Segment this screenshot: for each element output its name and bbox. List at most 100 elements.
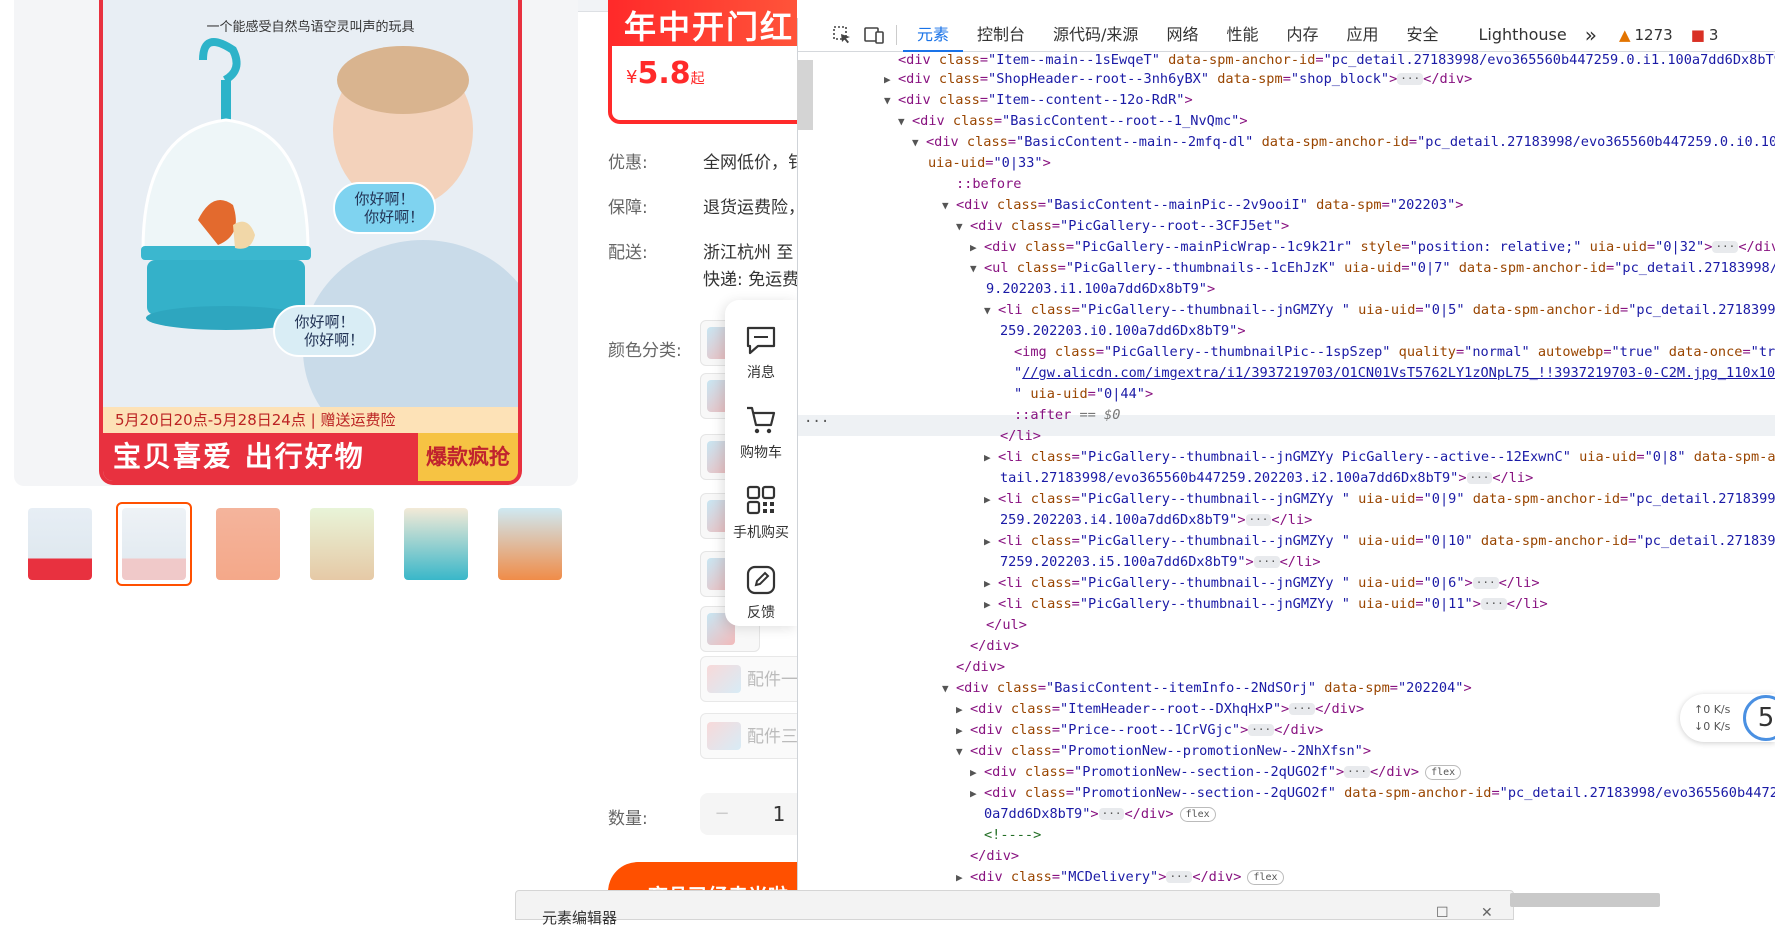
thumbnail[interactable] [22,502,98,586]
dom-node[interactable]: ▼ <div class="PromotionNew--promotionNew-… [956,741,1371,762]
dom-node[interactable]: ▶ <div class="Price--root--1CrVGjc"> ··· </… [956,720,1323,741]
error-count: 3 [1708,25,1719,44]
sku-option-accessory-3[interactable]: 配件三 [700,713,797,759]
tab-network[interactable]: 网络 [1152,18,1212,52]
dom-node[interactable]: ▼ <div class="PicGallery--root--3CFJ5et"> [956,216,1289,237]
dom-node[interactable]: 9.202203.i1.100a7dd6Dx8bT9"> [986,279,1215,300]
dom-node[interactable]: 0a7dd6Dx8bT9"> ··· </div> flex [984,804,1216,825]
dom-node[interactable]: ::before [956,174,1021,195]
dom-node[interactable]: ▼ <div class="BasicContent--main--2mfq-dl… [912,132,1775,153]
dom-node[interactable]: ▶ <li class="PicGallery--thumbnail--jnGMZ… [984,531,1775,552]
dom-node-selected[interactable]: ::after == $0 [1014,405,1120,426]
devtools-horizontal-scrollbar[interactable] [1510,893,1660,907]
message-icon [746,326,776,355]
main-product-image[interactable]: 一个能感受自然鸟语空灵叫声的玩具 你好啊！ 你好啊！ 你好啊！ 你好啊！ 5月2… [99,0,522,485]
issues-counter[interactable]: ▲ 1273 ■ 3 [1619,26,1718,44]
dom-node[interactable]: 259.202203.i0.100a7dd6Dx8bT9"> [1000,321,1246,342]
selected-node-marker: == $0 [1079,407,1121,423]
info-value[interactable]: 退货运费险， [703,198,797,218]
devtools-toolbar: 元素 控制台 源代码/来源 网络 性能 内存 应用 安全 Lighthouse … [798,18,1775,52]
dom-node[interactable]: 259.202203.i4.100a7dd6Dx8bT9"> ··· </li> [1000,510,1312,531]
thumbnail[interactable] [398,502,474,586]
dom-node[interactable]: <img class="PicGallery--thumbnailPic--1s… [1014,342,1775,363]
node-actions-icon[interactable]: ··· [804,412,829,433]
price-currency: ¥ [626,67,638,88]
maximize-icon[interactable]: ☐ [1436,905,1449,921]
thumbnail[interactable] [304,502,380,586]
side-item-message[interactable]: 消息 [725,324,797,382]
product-vertical-scrollbar[interactable] [797,60,813,130]
price-suffix: 起 [690,71,705,87]
thumbnail-active[interactable] [116,502,192,586]
inspect-element-icon[interactable] [826,19,858,51]
sku-label: 配件一 [747,670,797,690]
tab-lighthouse[interactable]: Lighthouse [1465,18,1581,52]
more-tabs-icon[interactable]: » [1581,18,1601,52]
tab-memory[interactable]: 内存 [1272,18,1332,52]
dom-node[interactable]: " uia-uid="0|44"> [1014,384,1153,405]
dom-node[interactable]: ▶ <div class="PromotionNew--section--2qUG… [970,783,1775,804]
dom-node-selected-highlight [798,415,1775,436]
dom-node[interactable]: ▶ <div class="ItemHeader--root--DXhqHxP">… [956,699,1364,720]
devtools-panel: 元素 控制台 源代码/来源 网络 性能 内存 应用 安全 Lighthouse … [797,18,1775,916]
quantity-input[interactable]: 1 [744,793,797,835]
window-title: 元素编辑器 [542,909,618,927]
dom-node[interactable]: ▶ <div class="ShopHeader--root--3nh6yBX" … [884,69,1472,90]
side-item-mobile-buy[interactable]: 手机购买 [725,484,797,542]
dom-node[interactable]: ▶ <li class="PicGallery--thumbnail--jnGMZ… [984,447,1775,468]
info-label: 配送: [608,243,648,263]
thumbnail[interactable] [210,502,286,586]
dom-node[interactable]: </ul> [986,615,1027,636]
tab-elements[interactable]: 元素 [903,18,964,52]
dom-node[interactable]: ▶ <li class="PicGallery--thumbnail--jnGMZ… [984,573,1540,594]
dom-node[interactable]: ▼ <div class="Item--content--12o-RdR"> [884,90,1193,111]
tab-security[interactable]: 安全 [1393,18,1453,52]
info-value[interactable]: 全网低价，钅 [703,153,797,173]
side-item-feedback[interactable]: 反馈 [725,564,797,622]
dom-node[interactable]: ▼ <div class="BasicContent--itemInfo--2Nd… [942,678,1472,699]
tab-console[interactable]: 控制台 [963,18,1039,52]
network-speed-widget[interactable]: ↑0 K/s ↓0 K/s 5 [1680,694,1775,742]
dom-node[interactable]: ▶ <div class="PromotionNew--section--2qUG… [970,762,1462,783]
dom-node[interactable]: ▶ <div class="PicGallery--mainPicWrap--1c… [970,237,1775,258]
info-row-discount: 优惠: 全网低价，钅 [608,148,797,173]
dom-node[interactable]: tail.27183998/evo365560b447259.202203.i2… [1000,468,1533,489]
side-item-label: 消息 [747,365,775,381]
dom-node[interactable]: <!----> [984,825,1041,846]
dom-node[interactable]: 7259.202203.i5.100a7dd6Dx8bT9"> ··· </li> [1000,552,1321,573]
thumbnail[interactable] [492,502,568,586]
dom-node[interactable]: ▶ <li class="PicGallery--thumbnail--jnGMZ… [984,594,1548,615]
dom-node[interactable]: </div> [956,657,1005,678]
dom-node[interactable]: uia-uid="0|33"> [928,153,1051,174]
tab-sources[interactable]: 源代码/来源 [1039,18,1152,52]
dom-node[interactable]: ▼ <li class="PicGallery--thumbnail--jnGMZ… [984,300,1775,321]
quantity-decrement-button[interactable]: − [700,793,744,835]
price-banner: 年中开门红 [612,0,797,46]
dom-node[interactable]: ▶ <li class="PicGallery--thumbnail--jnGMZ… [984,489,1775,510]
close-icon[interactable]: ✕ [1481,905,1493,921]
sku-option-accessory-1[interactable]: 配件一 [700,656,797,702]
dom-node[interactable]: ▼ <div class="BasicContent--mainPic--2v9o… [942,195,1463,216]
dom-node[interactable]: </div> [970,636,1019,657]
cart-icon [747,406,776,434]
warning-count: 1273 [1634,25,1673,44]
info-label: 优惠: [608,153,648,173]
tab-performance[interactable]: 性能 [1212,18,1272,52]
info-value[interactable]: 浙江杭州 至 [703,243,793,263]
baby-and-birdcage-illustration [141,38,518,440]
side-item-label: 购物车 [740,445,782,461]
dom-node[interactable]: ▼ <div class="BasicContent--root--1_NvQmc… [898,111,1248,132]
device-toolbar-icon[interactable] [858,19,890,51]
dom-node[interactable]: </li> [1000,426,1041,447]
dom-node[interactable]: </div> [970,846,1019,867]
dom-node-link[interactable]: "//gw.alicdn.com/imgextra/i1/3937219703/… [1014,363,1775,384]
feedback-icon [746,565,776,595]
side-item-cart[interactable]: 购物车 [725,404,797,462]
main-image-wrap: 一个能感受自然鸟语空灵叫声的玩具 你好啊！ 你好啊！ 你好啊！ 你好啊！ 5月2… [14,0,578,486]
info-row-color: 颜色分类: [608,336,703,361]
sku-swatch [707,722,741,750]
dom-node[interactable]: ▼ <ul class="PicGallery--thumbnails--1cEh… [970,258,1775,279]
tab-application[interactable]: 应用 [1332,18,1392,52]
toolbar-divider [896,24,897,45]
dom-node[interactable]: ▶ <div class="MCDelivery"> ··· </div> flex [956,867,1284,888]
